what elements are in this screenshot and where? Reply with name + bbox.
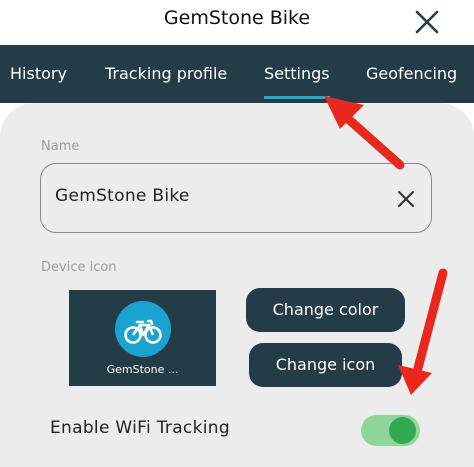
close-button[interactable] xyxy=(414,9,440,35)
tab-settings[interactable]: Settings xyxy=(264,45,330,103)
settings-panel xyxy=(0,103,474,467)
bicycle-icon xyxy=(124,319,162,344)
change-color-button[interactable]: Change color xyxy=(246,288,405,332)
tab-tracking-profile[interactable]: Tracking profile xyxy=(105,45,227,103)
wifi-tracking-toggle[interactable] xyxy=(361,415,420,446)
tab-geofencing[interactable]: Geofencing xyxy=(366,45,457,103)
close-icon xyxy=(415,10,439,34)
change-icon-button[interactable]: Change icon xyxy=(249,343,402,387)
clear-icon xyxy=(398,191,414,207)
name-label: Name xyxy=(41,139,80,154)
device-icon-preview-label: GemStone ... xyxy=(106,363,179,376)
tab-bar: History Tracking profile Settings Geofen… xyxy=(0,45,474,103)
device-icon-label: Device icon xyxy=(41,260,117,275)
device-icon-circle xyxy=(115,301,171,357)
tab-history[interactable]: History xyxy=(10,45,67,103)
wifi-tracking-label: Enable WiFi Tracking xyxy=(50,418,230,438)
device-icon-preview: GemStone ... xyxy=(69,290,216,386)
name-input[interactable] xyxy=(55,186,375,206)
selected-tab-indicator xyxy=(264,96,330,99)
header-bar: GemStone Bike xyxy=(0,0,474,45)
toggle-knob xyxy=(389,417,416,444)
clear-name-button[interactable] xyxy=(397,190,415,208)
page-title: GemStone Bike xyxy=(163,7,311,29)
name-field[interactable] xyxy=(40,163,432,233)
